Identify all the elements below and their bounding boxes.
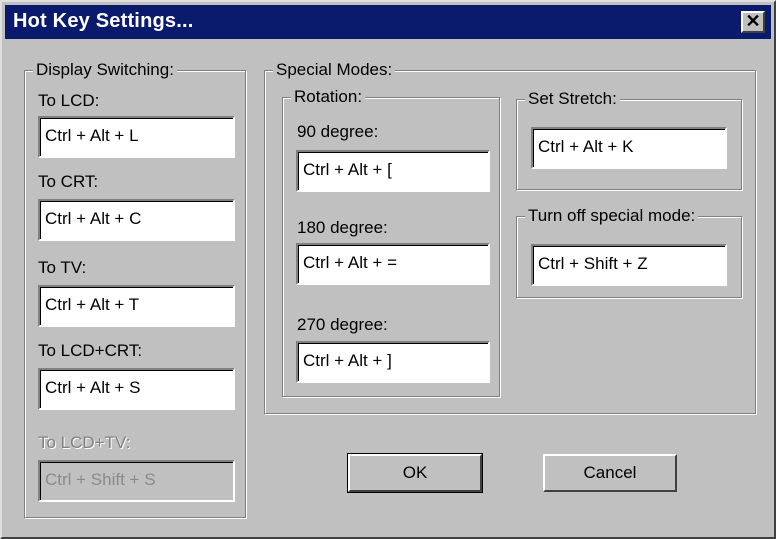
rotation-90-label: 90 degree: xyxy=(297,122,379,141)
to-crt-hotkey-field[interactable]: Ctrl + Alt + C xyxy=(38,199,235,241)
ok-button[interactable]: OK xyxy=(347,453,483,493)
set-stretch-hotkey-field[interactable]: Ctrl + Alt + K xyxy=(531,127,727,169)
rotation-180-label: 180 degree: xyxy=(297,218,388,237)
to-lcd-tv-hotkey-field: Ctrl + Shift + S xyxy=(38,460,235,502)
to-tv-hotkey-field[interactable]: Ctrl + Alt + T xyxy=(38,285,235,327)
display-switching-group: Display Switching: To LCD: Ctrl + Alt + … xyxy=(24,60,246,518)
cancel-button[interactable]: Cancel xyxy=(543,454,677,492)
rotation-group: Rotation: 90 degree: Ctrl + Alt + [ 180 … xyxy=(282,87,500,397)
hot-key-settings-dialog: Hot Key Settings... ✕ Display Switching:… xyxy=(0,0,776,539)
rotation-270-hotkey-field[interactable]: Ctrl + Alt + ] xyxy=(296,341,490,383)
turn-off-special-mode-hotkey-field[interactable]: Ctrl + Shift + Z xyxy=(531,244,727,286)
close-button[interactable]: ✕ xyxy=(741,11,765,33)
to-lcd-tv-label: To LCD+TV: xyxy=(38,433,131,452)
title-bar: Hot Key Settings... ✕ xyxy=(5,5,771,39)
to-crt-label: To CRT: xyxy=(38,172,99,191)
rotation-90-hotkey-field[interactable]: Ctrl + Alt + [ xyxy=(296,150,490,192)
turn-off-special-mode-legend: Turn off special mode: xyxy=(525,206,699,226)
window-title: Hot Key Settings... xyxy=(13,10,194,32)
display-switching-legend: Display Switching: xyxy=(33,60,177,80)
special-modes-legend: Special Modes: xyxy=(273,60,396,80)
to-lcd-label: To LCD: xyxy=(38,91,100,110)
turn-off-special-mode-group: Turn off special mode: Ctrl + Shift + Z xyxy=(516,206,742,298)
to-tv-label: To TV: xyxy=(38,258,87,277)
rotation-180-hotkey-field[interactable]: Ctrl + Alt + = xyxy=(296,243,490,285)
to-lcd-crt-label: To LCD+CRT: xyxy=(38,341,143,360)
to-lcd-hotkey-field[interactable]: Ctrl + Alt + L xyxy=(38,116,235,158)
close-icon: ✕ xyxy=(745,11,761,31)
set-stretch-group: Set Stretch: Ctrl + Alt + K xyxy=(516,89,742,190)
rotation-270-label: 270 degree: xyxy=(297,315,388,334)
set-stretch-legend: Set Stretch: xyxy=(525,89,620,109)
rotation-legend: Rotation: xyxy=(291,87,366,107)
to-lcd-crt-hotkey-field[interactable]: Ctrl + Alt + S xyxy=(38,368,235,410)
